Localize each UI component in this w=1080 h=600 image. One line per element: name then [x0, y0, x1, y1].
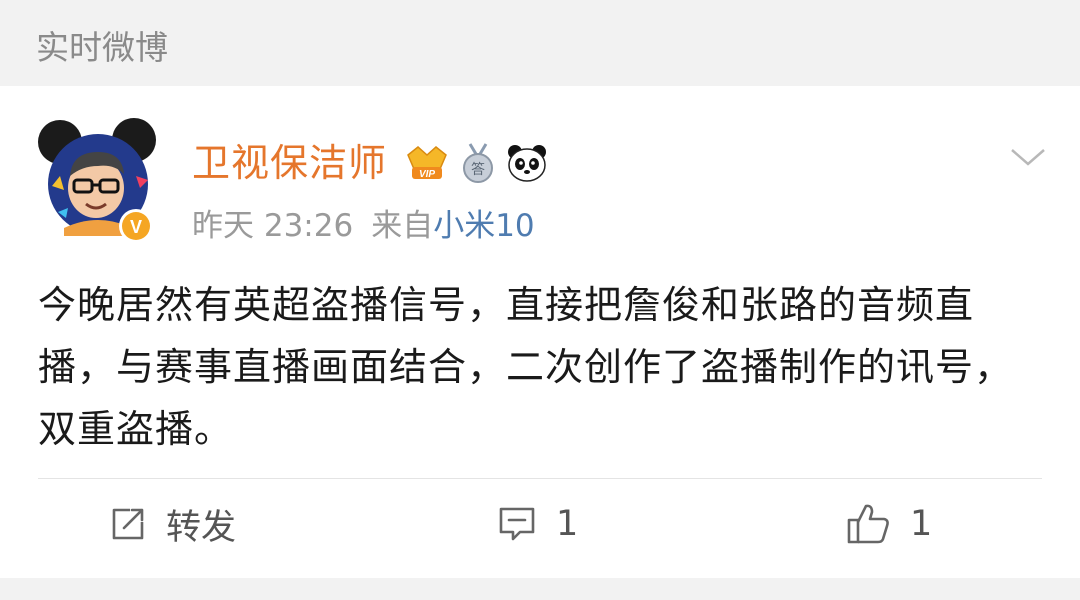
- post-text: 今晚居然有英超盗播信号，直接把詹俊和张路的音频直播，与赛事直播画面结合，二次创作…: [38, 283, 1014, 451]
- svg-text:V: V: [130, 217, 142, 237]
- vip-crown-icon[interactable]: VIP: [404, 143, 450, 183]
- repost-icon: [112, 508, 144, 540]
- author-name[interactable]: 卫视保洁师: [192, 138, 387, 188]
- page-header: 实时微博: [0, 0, 1080, 86]
- svg-text:VIP: VIP: [419, 169, 435, 180]
- repost-label: 转发: [166, 507, 237, 548]
- page-title: 实时微博: [36, 28, 168, 67]
- source-prefix: 来自: [371, 208, 434, 244]
- comment-icon: [499, 507, 535, 541]
- medal-icon[interactable]: 答: [460, 142, 496, 184]
- like-button[interactable]: 1: [846, 499, 932, 549]
- repost-button[interactable]: 转发: [108, 499, 236, 549]
- author-badges: VIP 答: [404, 140, 548, 186]
- svg-text:答: 答: [471, 161, 485, 178]
- chevron-down-icon[interactable]: [1004, 138, 1052, 178]
- thumbs-up-icon: [847, 504, 889, 544]
- weibo-post-card[interactable]: V 卫视保洁师 VIP 答 昨天 23:26 来自小米10 今晚居然有英超盗播信…: [0, 86, 1080, 578]
- device-link[interactable]: 小米10: [433, 208, 534, 244]
- post-meta: 昨天 23:26 来自小米10: [192, 204, 535, 248]
- like-count: 1: [910, 504, 933, 544]
- post-time: 昨天 23:26: [192, 208, 354, 244]
- verified-badge-icon: V: [119, 209, 153, 243]
- comment-count: 1: [556, 504, 579, 544]
- panda-icon[interactable]: [506, 143, 548, 183]
- action-bar: 转发 1 1: [0, 479, 1080, 578]
- comment-button[interactable]: 1: [496, 499, 578, 549]
